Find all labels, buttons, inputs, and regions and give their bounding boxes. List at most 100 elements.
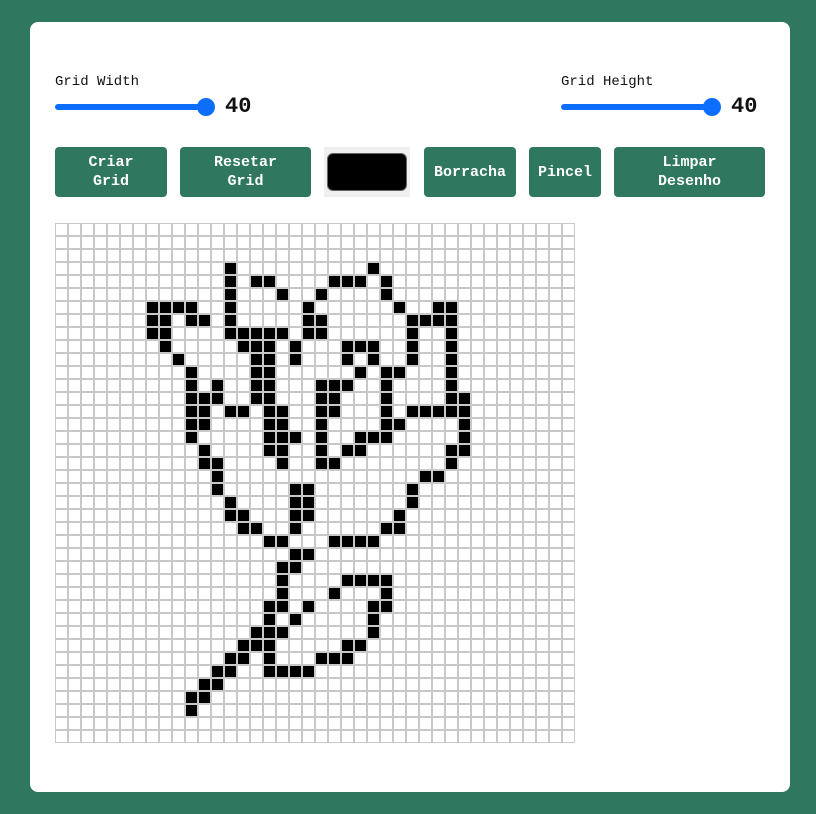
grid-cell[interactable]: [549, 314, 562, 327]
grid-cell[interactable]: [549, 457, 562, 470]
grid-cell[interactable]: [536, 353, 549, 366]
grid-cell[interactable]: [133, 392, 146, 405]
grid-cell[interactable]: [536, 275, 549, 288]
grid-cell[interactable]: [198, 522, 211, 535]
grid-cell[interactable]: [107, 626, 120, 639]
grid-cell[interactable]: [549, 613, 562, 626]
grid-cell[interactable]: [536, 457, 549, 470]
grid-cell[interactable]: [445, 535, 458, 548]
grid-cell[interactable]: [198, 548, 211, 561]
grid-cell[interactable]: [107, 314, 120, 327]
grid-cell[interactable]: [367, 496, 380, 509]
grid-cell[interactable]: [315, 223, 328, 236]
grid-cell[interactable]: [562, 405, 575, 418]
grid-cell[interactable]: [315, 652, 328, 665]
grid-cell[interactable]: [289, 366, 302, 379]
color-picker[interactable]: [324, 147, 410, 197]
grid-cell[interactable]: [172, 522, 185, 535]
grid-cell[interactable]: [445, 314, 458, 327]
grid-cell[interactable]: [315, 301, 328, 314]
grid-cell[interactable]: [237, 483, 250, 496]
grid-cell[interactable]: [393, 678, 406, 691]
grid-cell[interactable]: [406, 717, 419, 730]
grid-cell[interactable]: [81, 730, 94, 743]
grid-cell[interactable]: [432, 613, 445, 626]
grid-cell[interactable]: [406, 301, 419, 314]
grid-cell[interactable]: [302, 665, 315, 678]
grid-cell[interactable]: [367, 340, 380, 353]
grid-cell[interactable]: [393, 483, 406, 496]
grid-cell[interactable]: [484, 600, 497, 613]
grid-cell[interactable]: [484, 483, 497, 496]
grid-cell[interactable]: [159, 665, 172, 678]
grid-cell[interactable]: [393, 535, 406, 548]
grid-cell[interactable]: [315, 691, 328, 704]
grid-cell[interactable]: [380, 639, 393, 652]
grid-cell[interactable]: [393, 223, 406, 236]
grid-cell[interactable]: [510, 223, 523, 236]
grid-cell[interactable]: [367, 509, 380, 522]
grid-cell[interactable]: [380, 652, 393, 665]
grid-cell[interactable]: [120, 574, 133, 587]
grid-cell[interactable]: [94, 457, 107, 470]
grid-cell[interactable]: [185, 704, 198, 717]
grid-cell[interactable]: [445, 704, 458, 717]
grid-cell[interactable]: [276, 418, 289, 431]
grid-cell[interactable]: [133, 327, 146, 340]
grid-cell[interactable]: [81, 249, 94, 262]
grid-cell[interactable]: [419, 652, 432, 665]
grid-cell[interactable]: [562, 288, 575, 301]
grid-cell[interactable]: [549, 262, 562, 275]
grid-cell[interactable]: [237, 626, 250, 639]
grid-cell[interactable]: [81, 314, 94, 327]
grid-cell[interactable]: [315, 340, 328, 353]
grid-cell[interactable]: [328, 249, 341, 262]
grid-cell[interactable]: [458, 717, 471, 730]
grid-cell[interactable]: [185, 574, 198, 587]
grid-cell[interactable]: [172, 717, 185, 730]
grid-cell[interactable]: [120, 496, 133, 509]
grid-cell[interactable]: [562, 600, 575, 613]
grid-cell[interactable]: [380, 379, 393, 392]
grid-cell[interactable]: [159, 405, 172, 418]
grid-cell[interactable]: [94, 704, 107, 717]
grid-cell[interactable]: [445, 275, 458, 288]
grid-cell[interactable]: [172, 639, 185, 652]
grid-cell[interactable]: [159, 483, 172, 496]
grid-cell[interactable]: [484, 522, 497, 535]
grid-cell[interactable]: [380, 522, 393, 535]
grid-cell[interactable]: [185, 392, 198, 405]
grid-cell[interactable]: [146, 340, 159, 353]
grid-cell[interactable]: [367, 483, 380, 496]
grid-cell[interactable]: [341, 678, 354, 691]
grid-cell[interactable]: [497, 639, 510, 652]
grid-cell[interactable]: [354, 470, 367, 483]
grid-cell[interactable]: [276, 249, 289, 262]
grid-cell[interactable]: [172, 535, 185, 548]
grid-cell[interactable]: [484, 626, 497, 639]
grid-cell[interactable]: [224, 405, 237, 418]
grid-cell[interactable]: [549, 301, 562, 314]
grid-width-slider-thumb[interactable]: [197, 97, 215, 116]
grid-cell[interactable]: [341, 600, 354, 613]
grid-cell[interactable]: [536, 639, 549, 652]
grid-cell[interactable]: [81, 535, 94, 548]
grid-cell[interactable]: [484, 392, 497, 405]
grid-cell[interactable]: [354, 275, 367, 288]
grid-cell[interactable]: [432, 444, 445, 457]
grid-cell[interactable]: [94, 522, 107, 535]
grid-cell[interactable]: [94, 730, 107, 743]
grid-cell[interactable]: [406, 236, 419, 249]
grid-cell[interactable]: [185, 457, 198, 470]
grid-cell[interactable]: [562, 613, 575, 626]
grid-cell[interactable]: [146, 275, 159, 288]
grid-cell[interactable]: [302, 574, 315, 587]
grid-cell[interactable]: [341, 340, 354, 353]
grid-cell[interactable]: [159, 327, 172, 340]
grid-cell[interactable]: [406, 457, 419, 470]
grid-cell[interactable]: [94, 379, 107, 392]
grid-cell[interactable]: [328, 353, 341, 366]
grid-cell[interactable]: [302, 405, 315, 418]
grid-cell[interactable]: [159, 470, 172, 483]
grid-cell[interactable]: [549, 665, 562, 678]
